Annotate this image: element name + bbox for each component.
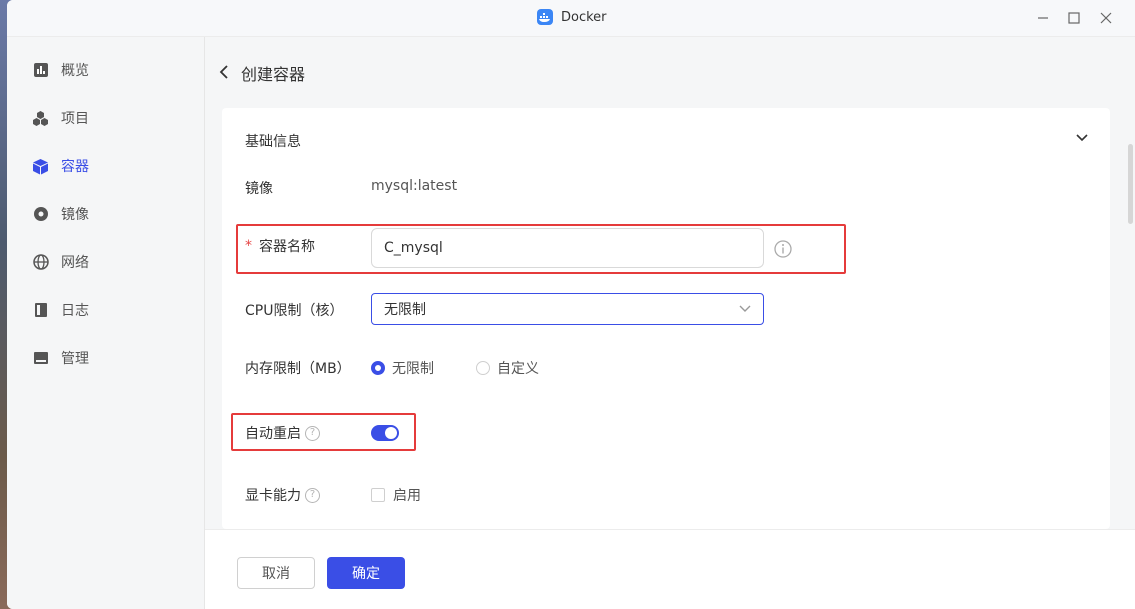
radio-label: 无限制: [392, 361, 434, 377]
cancel-button[interactable]: 取消: [237, 557, 315, 589]
memory-radio-custom[interactable]: 自定义: [476, 358, 539, 378]
footer-bar: 取消 确定: [205, 529, 1135, 609]
sidebar-item-image[interactable]: 镜像: [7, 194, 205, 234]
autorestart-toggle[interactable]: [371, 425, 399, 441]
radio-unchecked-icon: [476, 361, 490, 375]
sidebar: 概览 项目 容器 镜像 网络 日志 管理: [7, 37, 205, 609]
main-content: 创建容器 基础信息 镜像 mysql:latest * 容器名称 C_mysql…: [205, 37, 1135, 609]
section-title: 基础信息: [245, 134, 301, 150]
checkbox-label: 启用: [393, 488, 421, 504]
back-arrow-icon[interactable]: [219, 64, 229, 83]
close-icon[interactable]: [1095, 7, 1117, 29]
maximize-icon[interactable]: [1063, 7, 1085, 29]
checkbox-icon: [371, 488, 385, 502]
container-icon: [32, 158, 49, 175]
scrollbar[interactable]: [1128, 144, 1133, 224]
memory-limit-label: 内存限制（MB）: [245, 361, 351, 377]
gpu-label-text: 显卡能力: [245, 488, 301, 504]
page-header: 创建容器: [219, 61, 305, 85]
form-card: 基础信息 镜像 mysql:latest * 容器名称 C_mysql CPU限…: [222, 108, 1110, 529]
cpu-limit-label: CPU限制（核）: [245, 303, 344, 319]
gpu-label: 显卡能力 ?: [245, 485, 320, 505]
radio-checked-icon: [371, 361, 385, 375]
overview-icon: [32, 62, 49, 79]
image-label: 镜像: [245, 181, 273, 197]
container-name-label: * 容器名称: [245, 236, 315, 256]
page-title: 创建容器: [241, 65, 306, 84]
sidebar-item-manage[interactable]: 管理: [7, 338, 205, 378]
sidebar-item-label: 日志: [61, 303, 89, 319]
sidebar-item-label: 管理: [61, 351, 89, 367]
image-icon: [32, 206, 49, 223]
radio-label: 自定义: [497, 361, 539, 377]
required-mark: *: [245, 238, 252, 254]
sidebar-item-label: 概览: [61, 63, 89, 79]
docker-window: Docker 概览 项目 容器 镜像 网络 日志 管理 创建容器 基础信息 镜像…: [7, 0, 1135, 609]
help-icon[interactable]: ?: [305, 487, 320, 503]
manage-icon: [32, 350, 49, 367]
cpu-limit-value: 无限制: [384, 302, 426, 318]
container-name-label-text: 容器名称: [259, 239, 315, 255]
sidebar-item-log[interactable]: 日志: [7, 290, 205, 330]
confirm-button[interactable]: 确定: [327, 557, 405, 589]
sidebar-item-overview[interactable]: 概览: [7, 50, 205, 90]
memory-limit-radio-group: 无限制 自定义: [371, 358, 539, 378]
sidebar-item-network[interactable]: 网络: [7, 242, 205, 282]
sidebar-item-label: 网络: [61, 255, 89, 271]
container-name-input[interactable]: C_mysql: [371, 228, 764, 268]
docker-app-icon: [537, 9, 553, 25]
project-icon: [32, 110, 49, 127]
help-icon[interactable]: ?: [305, 425, 320, 441]
window-title-group: Docker: [537, 9, 607, 25]
window-title: Docker: [561, 9, 607, 25]
info-icon: [774, 240, 792, 262]
chevron-down-icon[interactable]: [1076, 130, 1088, 146]
autorestart-label: 自动重启 ?: [245, 423, 320, 443]
sidebar-item-container[interactable]: 容器: [7, 146, 205, 186]
chevron-down-icon: [739, 301, 751, 317]
memory-radio-unlimited[interactable]: 无限制: [371, 358, 434, 378]
title-bar: Docker: [7, 0, 1135, 37]
sidebar-item-project[interactable]: 项目: [7, 98, 205, 138]
autorestart-label-text: 自动重启: [245, 426, 301, 442]
image-value: mysql:latest: [371, 178, 458, 194]
sidebar-item-label: 容器: [61, 159, 89, 175]
minimize-icon[interactable]: [1032, 7, 1054, 29]
log-icon: [32, 302, 49, 319]
sidebar-item-label: 项目: [61, 111, 89, 127]
gpu-enable-checkbox[interactable]: 启用: [371, 485, 421, 505]
network-icon: [32, 254, 49, 271]
sidebar-item-label: 镜像: [61, 207, 89, 223]
cpu-limit-select[interactable]: 无限制: [371, 293, 764, 325]
